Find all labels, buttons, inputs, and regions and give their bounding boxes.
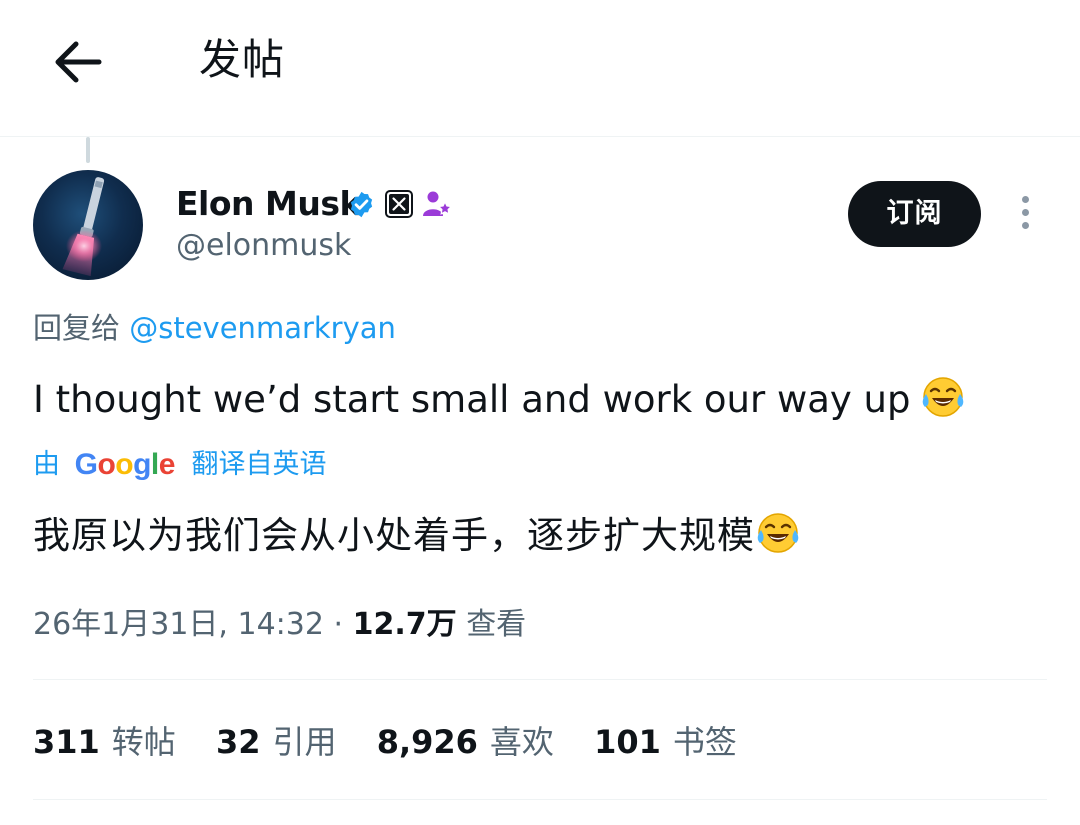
- reply-to-handle-link[interactable]: @stevenmarkryan: [129, 311, 396, 345]
- translated-by-label: 由: [33, 449, 60, 480]
- author-handle[interactable]: @elonmusk: [176, 226, 351, 266]
- avatar[interactable]: [33, 170, 143, 280]
- post-timestamp[interactable]: 26年1月31日, 14:32: [33, 607, 324, 642]
- stat-quotes[interactable]: 32 引用: [216, 720, 337, 764]
- engagement-stats: 311 转帖 32 引用 8,926 喜欢 101 书签: [33, 720, 767, 764]
- meta-separator: ·: [333, 607, 344, 642]
- stat-label: 书签: [672, 723, 737, 761]
- post-text-content: I thought we’d start small and work our …: [33, 378, 911, 421]
- back-arrow-icon[interactable]: [50, 36, 106, 88]
- page-title: 发帖: [199, 35, 286, 84]
- affiliate-person-star-icon: [423, 191, 453, 216]
- stat-count: 101: [594, 723, 661, 761]
- stat-label: 转帖: [111, 723, 176, 761]
- divider: [33, 799, 1047, 800]
- author-name[interactable]: Elon Musk: [176, 182, 361, 226]
- tears-of-joy-emoji-icon: [923, 377, 964, 417]
- reply-prefix: 回复给: [33, 311, 121, 345]
- divider: [33, 679, 1047, 680]
- subscribe-button[interactable]: 订阅: [848, 181, 981, 247]
- stat-count: 8,926: [376, 723, 478, 761]
- stat-count: 311: [33, 723, 100, 761]
- reply-context: 回复给 @stevenmarkryan: [33, 308, 396, 348]
- thread-connector-line: [86, 137, 90, 163]
- x-affiliation-badge-icon[interactable]: [385, 190, 413, 218]
- verified-badge-icon: [350, 191, 373, 218]
- top-app-bar: 发帖: [0, 0, 1080, 136]
- more-dot: [1021, 196, 1029, 203]
- google-logo: Google: [74, 448, 176, 481]
- stat-likes[interactable]: 8,926 喜欢: [377, 720, 554, 764]
- post-meta: 26年1月31日, 14:32 · 12.7万 查看: [33, 604, 526, 646]
- stat-bookmarks[interactable]: 101 书签: [594, 720, 737, 764]
- translated-text-content: 我原以为我们会从小处着手，逐步扩大规模: [33, 514, 755, 557]
- post-text: I thought we’d start small and work our …: [33, 374, 966, 424]
- stat-label: 喜欢: [489, 723, 554, 761]
- stat-label: 引用: [272, 723, 337, 761]
- more-dot: [1021, 222, 1029, 229]
- more-dot: [1021, 209, 1029, 216]
- translated-from-english-link[interactable]: 翻译自英语: [192, 449, 327, 480]
- stat-count: 32: [215, 723, 261, 761]
- more-options-icon[interactable]: [1010, 192, 1040, 238]
- translation-attribution: 由 Google 翻译自英语: [33, 445, 327, 485]
- translated-post-text: 我原以为我们会从小处着手，逐步扩大规模: [33, 510, 801, 562]
- views-count: 12.7万: [352, 607, 457, 642]
- tears-of-joy-emoji-icon: [757, 513, 799, 553]
- header-divider: [0, 136, 1080, 137]
- stat-reposts[interactable]: 311 转帖: [33, 720, 176, 764]
- views-label: 查看: [466, 607, 527, 642]
